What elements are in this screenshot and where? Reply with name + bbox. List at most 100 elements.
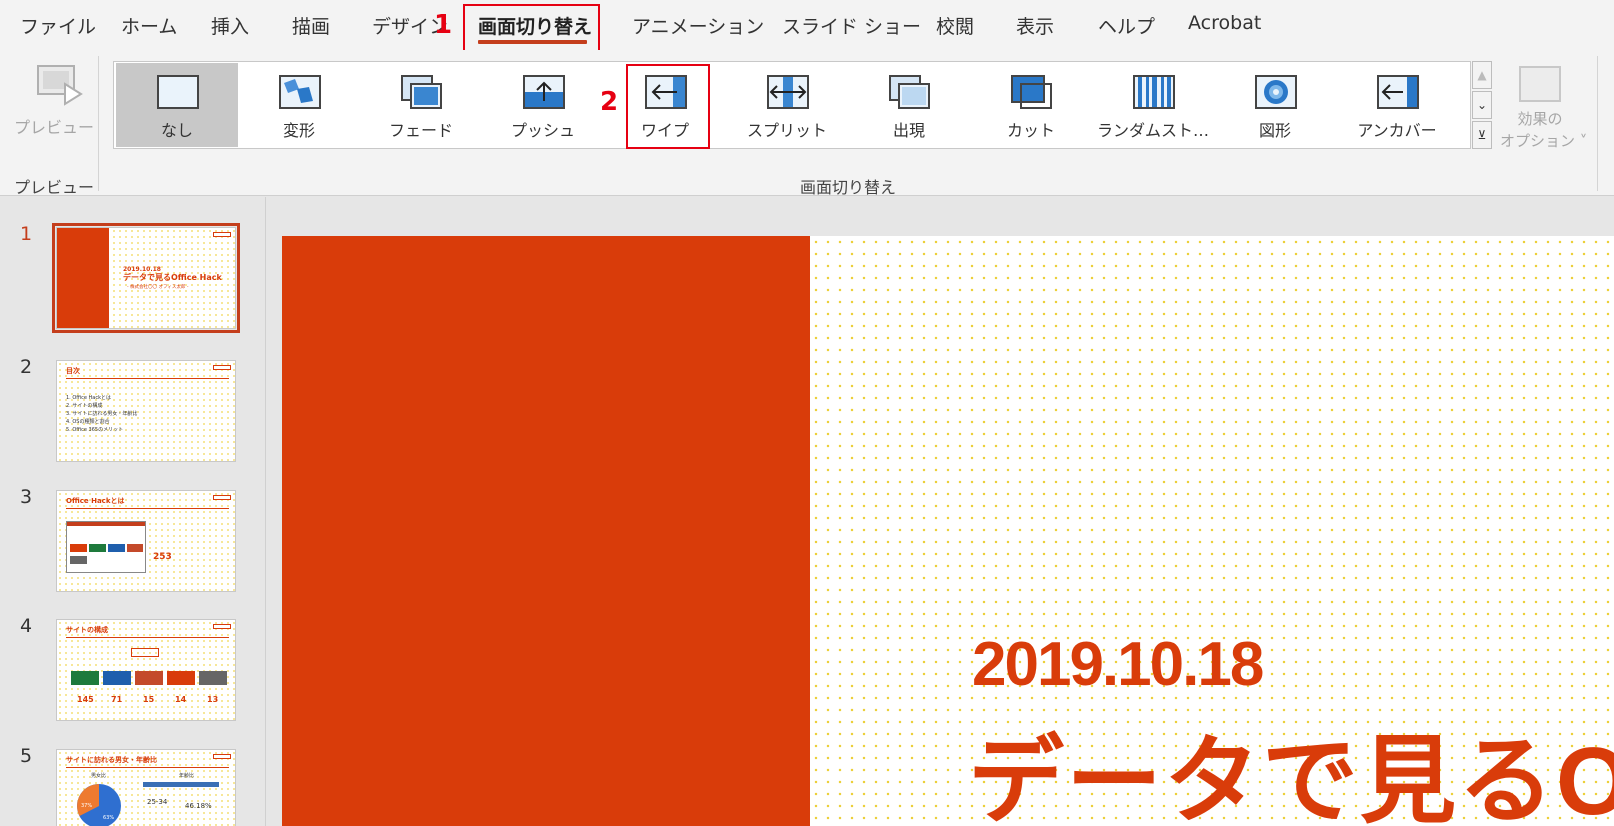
expand-gallery-icon: ⊻ (1477, 128, 1487, 142)
thumb-value: 14 (175, 695, 187, 704)
slide-thumbnail-5[interactable]: サイトに訪れる男女・年齢比 男女比 年齢比 37% 63% 25-34 46.1… (56, 749, 236, 826)
push-transition-icon (523, 75, 565, 109)
thumb-node (103, 671, 131, 685)
transition-split[interactable]: スプリット (726, 63, 848, 147)
transition-reveal[interactable]: 出現 (848, 63, 970, 147)
effect-options-icon (1519, 66, 1561, 102)
shape-transition-icon (1255, 75, 1297, 109)
thumb-node (199, 671, 227, 685)
effect-options-button[interactable]: 効果の オプション ˅ (1500, 62, 1588, 152)
thumb-list-item: 2. サイトの構成 (66, 403, 103, 409)
slide-title[interactable]: データで見るOffice Hack (968, 703, 1614, 826)
thumb-rule (66, 508, 229, 509)
thumb-tag (213, 365, 231, 370)
thumb-table-cell: 25-34 (147, 798, 168, 806)
gallery-scroll-up-button[interactable]: ▲ (1472, 61, 1492, 89)
tab-view[interactable]: 表示 (1016, 12, 1054, 39)
slide-thumbnail-3[interactable]: Office Hackとは 253 (56, 490, 236, 592)
transition-label: スプリット (746, 121, 827, 140)
slide-number: 5 (20, 745, 33, 767)
transition-shape[interactable]: 図形 (1214, 63, 1336, 147)
thumb-subtitle: - 株式会社〇〇 オフィス太郎 - (127, 285, 189, 290)
transition-label: カット (1006, 121, 1055, 140)
step-number-2: 2 (600, 87, 619, 117)
chevron-up-icon: ▲ (1477, 68, 1487, 82)
thumb-heading: 年齢比 (179, 773, 195, 779)
thumb-value: 145 (77, 695, 94, 704)
thumb-title: データで見るOffice Hack (123, 273, 222, 282)
reveal-transition-icon (889, 75, 930, 109)
transition-morph[interactable]: 変形 (238, 63, 360, 147)
morph-transition-icon (279, 75, 321, 109)
tab-acrobat[interactable]: Acrobat (1188, 12, 1261, 34)
tab-review[interactable]: 校閲 (936, 12, 974, 39)
slide-date[interactable]: 2019.10.18 (972, 629, 1264, 700)
cut-transition-icon (1011, 75, 1052, 109)
transition-random-bars[interactable]: ランダムスト… (1092, 63, 1214, 147)
transition-cut[interactable]: カット (970, 63, 1092, 147)
thumb-list-item: 5. Office 365のメリット (66, 427, 124, 433)
preview-group-label: プレビュー (14, 178, 95, 197)
thumb-node (135, 671, 163, 685)
thumb-tag (213, 232, 231, 237)
slide-thumbnail-1[interactable]: 2019.10.18 データで見るOffice Hack - 株式会社〇〇 オフ… (52, 223, 240, 333)
thumb-rule (66, 378, 229, 379)
uncover-transition-icon (1377, 75, 1419, 109)
slide-thumbnail-2[interactable]: 目次 1. Office Hackとは 2. サイトの構成 3. サイトに訪れる… (56, 360, 236, 462)
thumb-list-item: 4. OSの種類と割合 (66, 419, 110, 425)
transition-push[interactable]: プッシュ (482, 63, 604, 147)
thumb-screenshot (66, 521, 146, 573)
thumb-node (71, 671, 99, 685)
transition-fade[interactable]: フェード (360, 63, 482, 147)
preview-button-label: プレビュー (14, 118, 95, 137)
slide-thumbnail-pane: 1 2019.10.18 データで見るOffice Hack - 株式会社〇〇 … (0, 197, 266, 826)
slide-canvas[interactable]: 2019.10.18 データで見るOffice Hack (282, 236, 1614, 826)
thumb-table-cell: 46.18% (185, 802, 212, 810)
thumb-pie-label: 63% (103, 815, 115, 821)
gallery-more-button[interactable]: ⊻ (1472, 121, 1492, 149)
thumb-value: 71 (111, 695, 123, 704)
group-divider (1597, 56, 1598, 191)
thumb-value: 15 (143, 695, 155, 704)
slide-thumbnail-4[interactable]: サイトの構成 145 71 15 14 13 (56, 619, 236, 721)
transition-label: 図形 (1258, 121, 1291, 140)
thumb-tag (213, 495, 231, 500)
tab-draw[interactable]: 描画 (292, 12, 330, 39)
thumb-rule (66, 767, 229, 768)
thumb-title: Office Hackとは (66, 497, 125, 505)
transition-uncover[interactable]: アンカバー (1336, 63, 1458, 147)
effect-options-label-line1: 効果の (1517, 110, 1563, 128)
thumb-pie-label: 37% (81, 803, 93, 809)
tab-slideshow[interactable]: スライド ショー (782, 12, 921, 39)
transition-label: プッシュ (510, 121, 575, 140)
tab-home[interactable]: ホーム (121, 12, 177, 39)
random-bars-transition-icon (1133, 75, 1175, 109)
transition-label: フェード (388, 121, 453, 140)
thumb-title: サイトに訪れる男女・年齢比 (66, 756, 157, 764)
thumb-accent-bar (57, 228, 109, 328)
slide-number: 1 (20, 223, 33, 245)
effect-options-label-line2: オプション ˅ (1500, 132, 1588, 150)
slide-number: 4 (20, 615, 33, 637)
gallery-scroll-down-button[interactable]: ⌄ (1472, 91, 1492, 119)
tab-animations[interactable]: アニメーション (632, 12, 764, 39)
slide-accent-bar (282, 236, 810, 826)
thumb-tag (213, 754, 231, 759)
none-transition-icon (157, 75, 199, 109)
tab-file[interactable]: ファイル (20, 12, 96, 39)
thumb-list-item: 1. Office Hackとは (66, 395, 112, 401)
group-divider (98, 56, 99, 191)
thumb-tag (213, 624, 231, 629)
transition-label: アンカバー (1357, 121, 1437, 140)
tab-help[interactable]: ヘルプ (1098, 12, 1155, 39)
transition-label: 変形 (282, 121, 315, 140)
thumb-value: 13 (207, 695, 219, 704)
chevron-down-icon: ⌄ (1476, 98, 1488, 112)
thumb-number: 253 (153, 552, 172, 562)
slide-number: 2 (20, 356, 33, 378)
split-transition-icon (767, 75, 809, 109)
transition-label: 出現 (892, 121, 925, 140)
transition-label: ランダムスト… (1096, 121, 1209, 140)
transition-none[interactable]: なし (116, 63, 238, 147)
tab-insert[interactable]: 挿入 (211, 12, 249, 39)
